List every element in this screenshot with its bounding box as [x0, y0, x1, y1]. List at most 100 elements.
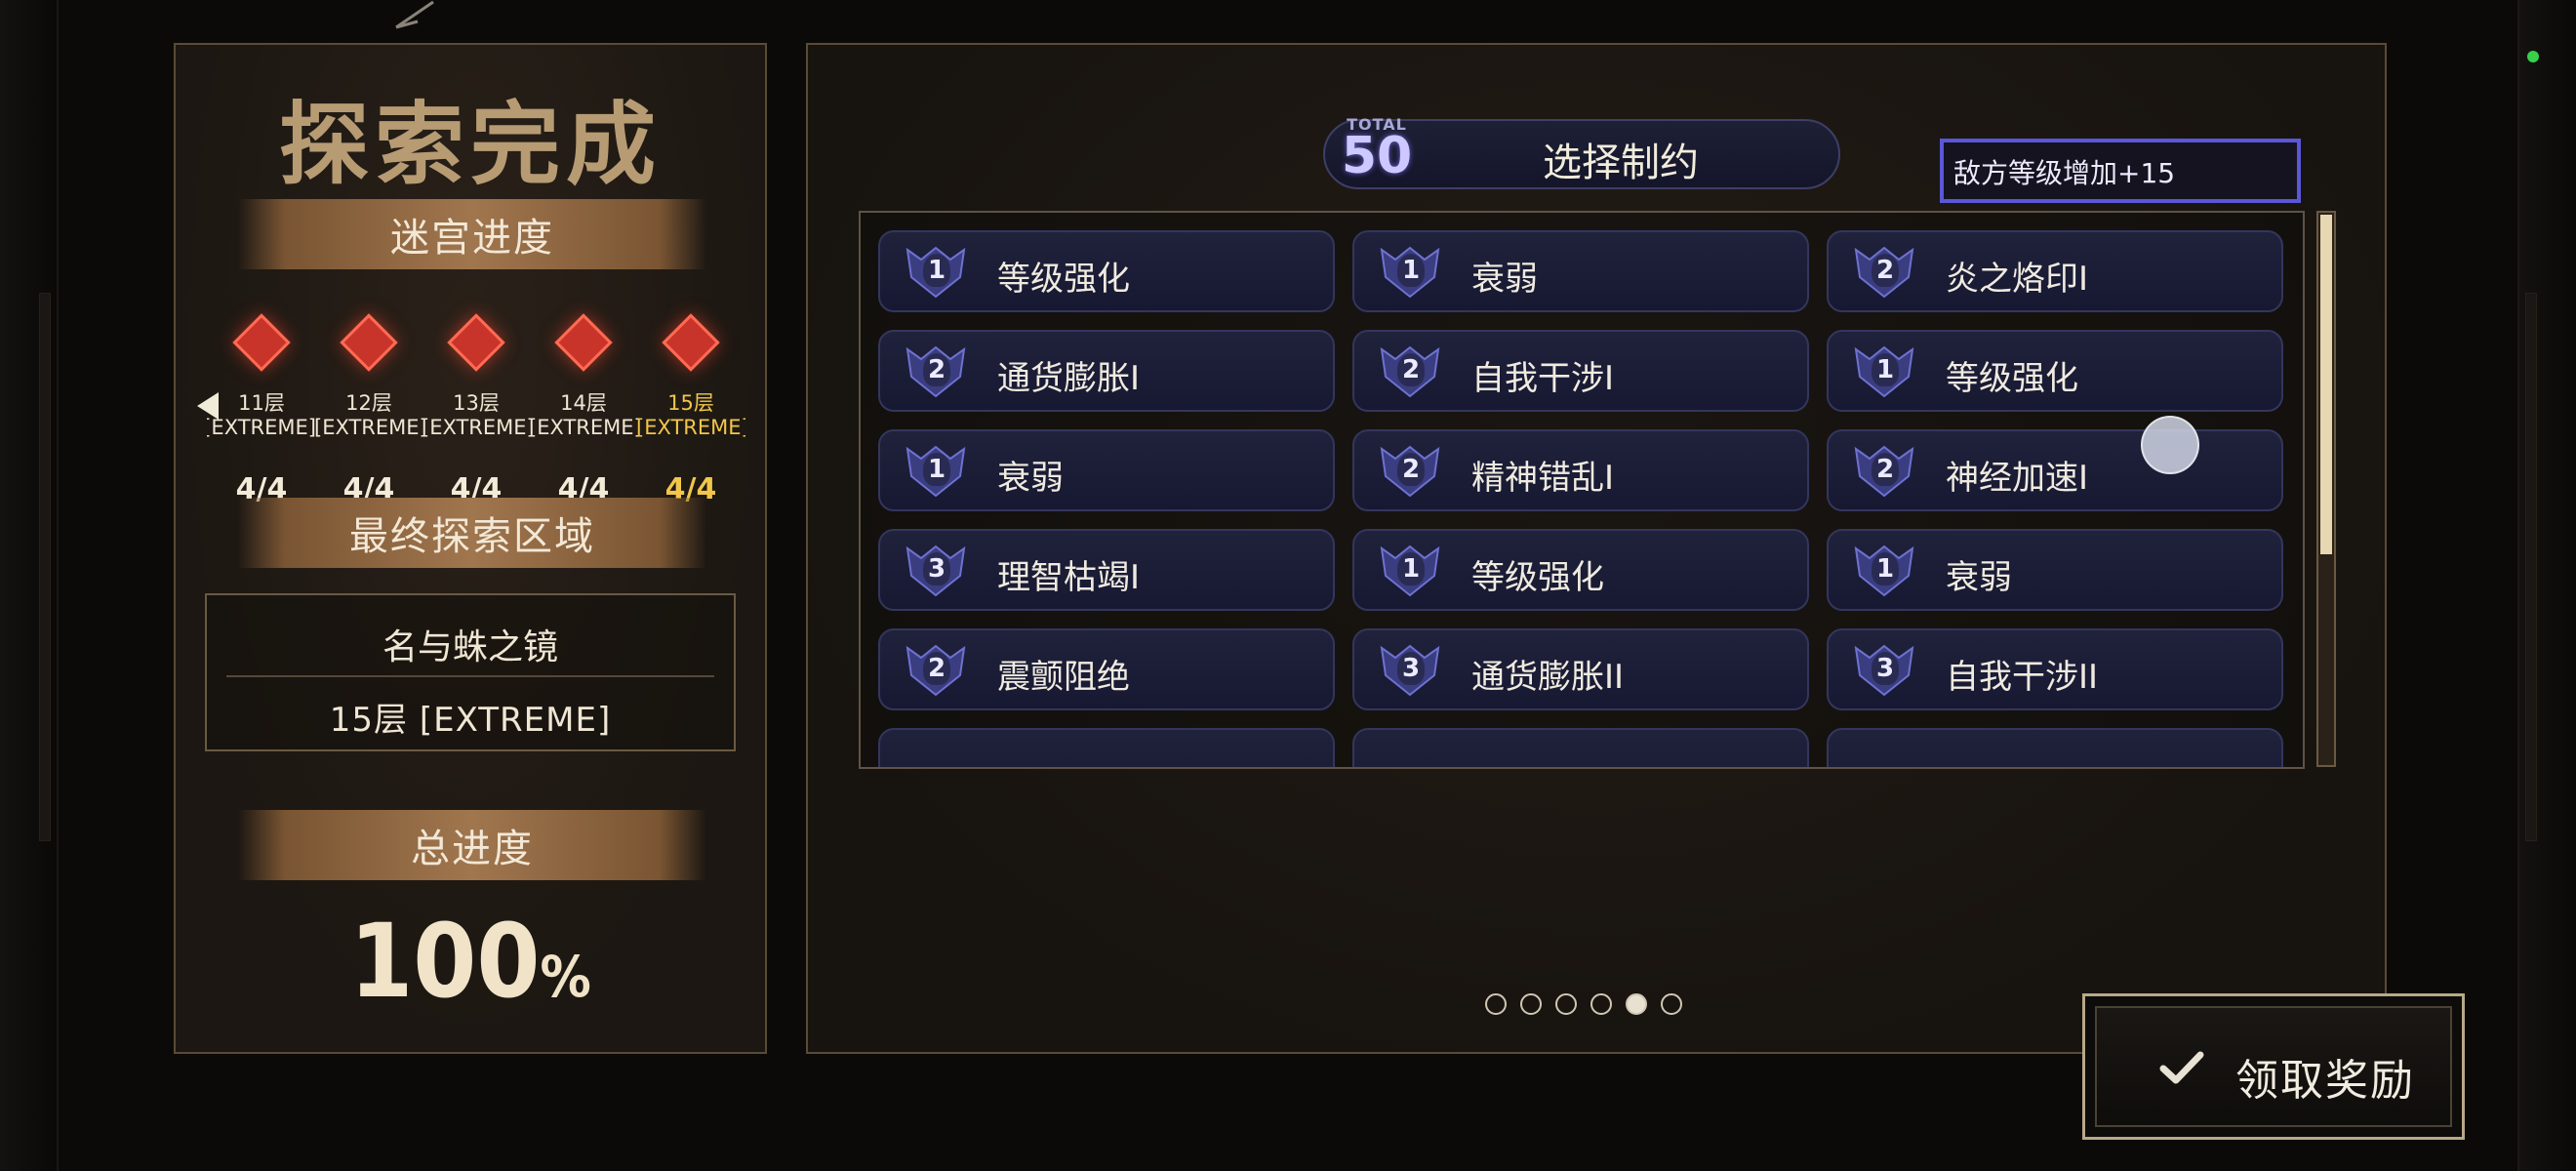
constraint-card[interactable]: 1 等级强化	[1827, 330, 2283, 412]
floor-difficulty: [EXTREME]	[314, 416, 423, 439]
total-progress-value: 100%	[176, 902, 765, 1021]
final-zone-name: 名与蛛之镜	[382, 627, 558, 667]
constraint-name: 自我干涉I	[1471, 359, 1615, 398]
constraint-name: 通货膨胀II	[1471, 658, 1625, 697]
constraint-emblem-icon: 1	[1378, 242, 1442, 301]
floor-diamond-icon	[232, 313, 291, 372]
constraint-emblem-icon: 3	[904, 541, 968, 599]
page-dot[interactable]	[1485, 993, 1507, 1015]
floor-diamond-icon	[662, 313, 720, 372]
constraint-panel: TOTAL 50 选择制约 敌方等级增加+15 1 等级强化 1 衰弱 2 炎之烙印I 2 通…	[806, 43, 2387, 1054]
floor-difficulty: [EXTREME]	[529, 416, 638, 439]
constraint-card-partial[interactable]	[1352, 728, 1809, 767]
constraint-emblem-icon: 2	[1378, 441, 1442, 500]
constraint-card[interactable]: 2 神经加速I	[1827, 429, 2283, 511]
total-progress-banner: 总进度	[238, 810, 706, 880]
claim-reward-button[interactable]: 领取奖励	[2082, 993, 2465, 1140]
constraint-card[interactable]: 2 炎之烙印I	[1827, 230, 2283, 312]
constraint-emblem-icon: 1	[1852, 541, 1916, 599]
floor-difficulty: [EXTREME]	[636, 416, 745, 439]
floor-item: 12层 [EXTREME] 4/4	[314, 279, 423, 506]
constraint-card-partial[interactable]	[878, 728, 1335, 767]
total-value: 50	[1341, 127, 1413, 185]
floor-item-current: 15层 [EXTREME] 4/4	[636, 279, 745, 506]
touch-indicator	[2141, 416, 2199, 474]
constraint-card[interactable]: 3 自我干涉II	[1827, 628, 2283, 710]
constraint-level: 2	[923, 652, 950, 685]
page-dot[interactable]	[1555, 993, 1577, 1015]
floor-item: 11层 [EXTREME] 4/4	[207, 279, 316, 506]
constraint-emblem-icon: 2	[904, 640, 968, 699]
constraint-emblem-icon: 2	[1852, 441, 1916, 500]
constraint-card[interactable]: 2 震颤阻绝	[878, 628, 1335, 710]
page-indicator	[1485, 993, 1682, 1015]
constraint-card[interactable]: 2 自我干涉I	[1352, 330, 1809, 412]
total-progress-number: 100	[349, 902, 541, 1021]
constraint-name: 精神错乱I	[1471, 459, 1615, 498]
constraint-level: 1	[1872, 552, 1899, 586]
constraint-level: 3	[1397, 652, 1425, 685]
constraint-card[interactable]: 1 衰弱	[878, 429, 1335, 511]
constraint-emblem-icon: 1	[1378, 541, 1442, 599]
constraint-level: 1	[923, 453, 950, 486]
page-title: 探索完成	[278, 92, 662, 197]
page-dot[interactable]	[1520, 993, 1542, 1015]
header-title: 选择制约	[1543, 141, 1699, 185]
claim-reward-button-inner[interactable]: 领取奖励	[2095, 1006, 2452, 1127]
page-dot[interactable]	[1626, 993, 1647, 1015]
constraint-card[interactable]: 1 衰弱	[1827, 529, 2283, 611]
constraint-name: 理智枯竭I	[997, 558, 1141, 597]
floor-diamond-icon	[554, 313, 613, 372]
constraint-name: 等级强化	[1946, 359, 2078, 398]
constraint-level: 1	[923, 254, 950, 287]
divider	[226, 675, 714, 677]
floor-name: 15层	[667, 391, 714, 415]
floor-diamond-icon	[340, 313, 398, 372]
constraint-emblem-icon: 1	[904, 441, 968, 500]
constraint-card[interactable]: 2 精神错乱I	[1352, 429, 1809, 511]
left-frame-edge	[0, 0, 59, 1171]
constraint-list[interactable]: 1 等级强化 1 衰弱 2 炎之烙印I 2 通货膨胀I 2 自我干涉I 1 等级强化 1 衰弱 2 精神错乱I…	[859, 211, 2305, 769]
scrollbar[interactable]	[2316, 211, 2336, 767]
check-icon	[2159, 1051, 2204, 1084]
exploration-summary-panel: 探索完成 迷宫进度 11层 [EXTREME] 4/4 12层 [EXTREME…	[174, 43, 767, 1054]
constraint-card[interactable]: 2 通货膨胀I	[878, 330, 1335, 412]
constraint-level: 3	[1872, 652, 1899, 685]
scrollbar-thumb[interactable]	[2320, 215, 2332, 554]
constraint-name: 等级强化	[997, 260, 1130, 299]
constraint-name: 自我干涉II	[1946, 658, 2099, 697]
constraint-emblem-icon: 2	[1852, 242, 1916, 301]
constraint-card[interactable]: 1 等级强化	[878, 230, 1335, 312]
constraint-level: 2	[1872, 254, 1899, 287]
constraint-card[interactable]: 3 理智枯竭I	[878, 529, 1335, 611]
total-progress-unit: %	[540, 944, 591, 1010]
constraint-emblem-icon: 2	[1378, 342, 1442, 400]
constraint-name: 震颤阻绝	[997, 658, 1130, 697]
floor-item: 14层 [EXTREME] 4/4	[529, 279, 638, 506]
constraint-emblem-icon: 1	[904, 242, 968, 301]
constraint-name: 衰弱	[1471, 260, 1538, 299]
constraint-level: 2	[1872, 453, 1899, 486]
constraint-card-partial[interactable]	[1827, 728, 2283, 767]
maze-progress-banner: 迷宫进度	[238, 199, 706, 269]
constraint-name: 炎之烙印I	[1946, 260, 2089, 299]
page-dot[interactable]	[1661, 993, 1682, 1015]
final-area-box: 名与蛛之镜 15层 [EXTREME]	[205, 593, 736, 751]
constraint-card[interactable]: 3 通货膨胀II	[1352, 628, 1809, 710]
floor-name: 13层	[453, 391, 500, 415]
floor-item: 13层 [EXTREME] 4/4	[422, 279, 531, 506]
floor-difficulty: [EXTREME]	[422, 416, 531, 439]
final-area-banner: 最终探索区域	[238, 498, 706, 568]
final-zone-floor: 15层 [EXTREME]	[329, 701, 612, 740]
right-frame-edge	[2517, 0, 2576, 1171]
floor-name: 12层	[345, 391, 392, 415]
constraint-card[interactable]: 1 等级强化	[1352, 529, 1809, 611]
constraint-level: 1	[1872, 353, 1899, 386]
constraint-name: 神经加速I	[1946, 459, 2089, 498]
constraint-level: 2	[1397, 453, 1425, 486]
constraint-emblem-icon: 2	[904, 342, 968, 400]
cursor-arrow-icon	[395, 0, 434, 29]
constraint-level: 2	[1397, 353, 1425, 386]
page-dot[interactable]	[1590, 993, 1612, 1015]
constraint-card[interactable]: 1 衰弱	[1352, 230, 1809, 312]
